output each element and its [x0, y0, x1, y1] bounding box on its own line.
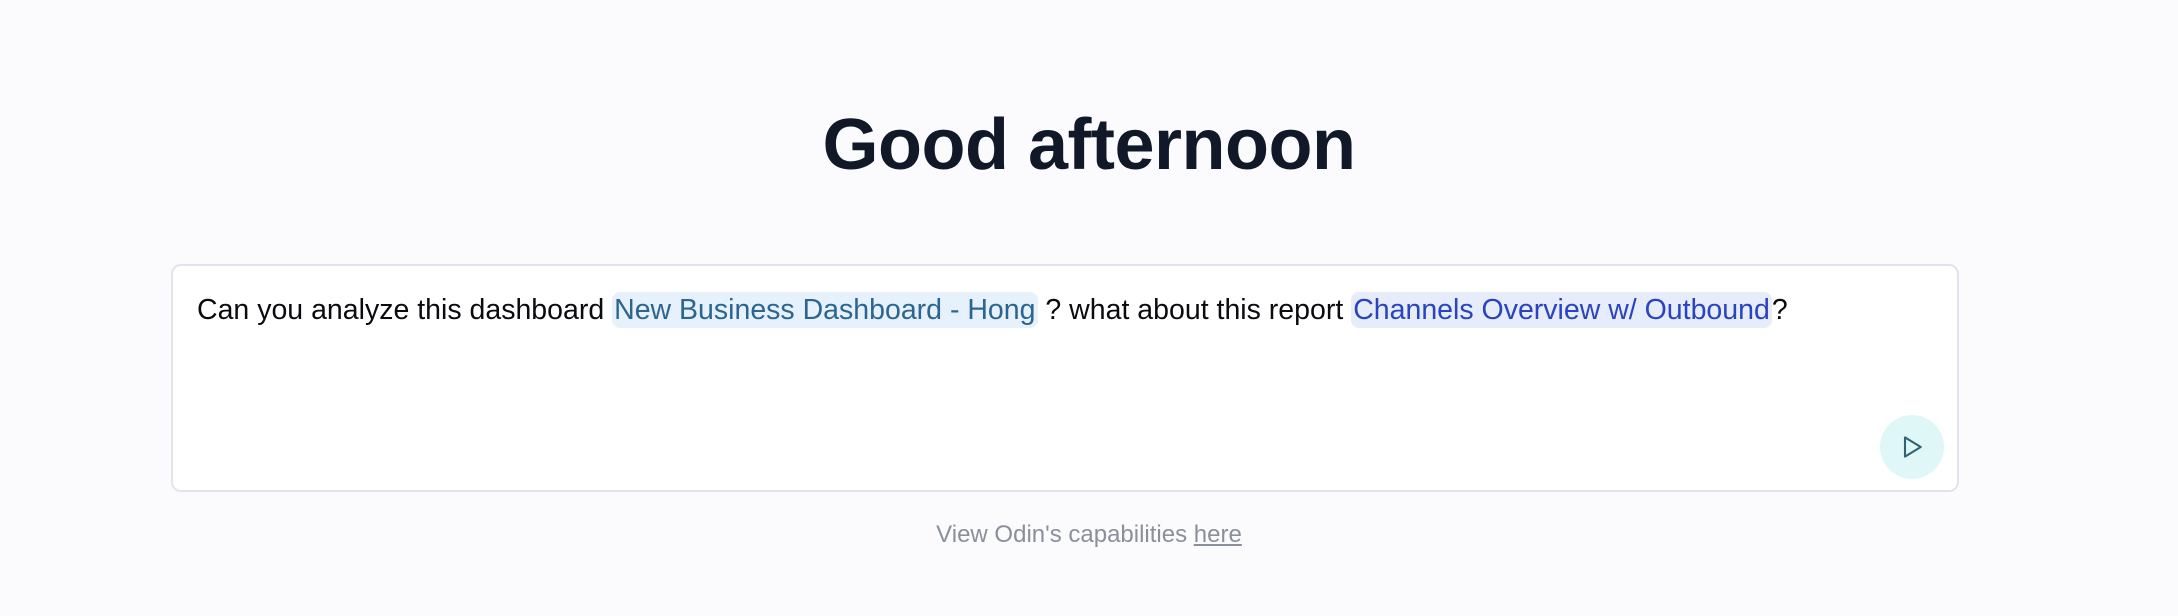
- capabilities-note: View Odin's capabilities here: [0, 518, 2178, 552]
- dashboard-mention-chip[interactable]: New Business Dashboard - Hong: [612, 292, 1038, 328]
- send-button[interactable]: [1880, 415, 1944, 479]
- capabilities-text: View Odin's capabilities: [936, 521, 1194, 548]
- capabilities-link[interactable]: here: [1194, 521, 1242, 548]
- greeting-heading: Good afternoon: [822, 105, 1356, 185]
- home-page: Good afternoon Can you analyze this dash…: [0, 0, 2178, 616]
- play-triangle-icon: [1903, 436, 1922, 458]
- composer-text-segment: ? what about this report: [1037, 294, 1352, 326]
- composer-text-segment: ?: [1771, 294, 1788, 326]
- chat-composer[interactable]: Can you analyze this dashboard New Busin…: [171, 264, 1959, 492]
- composer-text-segment: Can you analyze this dashboard: [197, 294, 613, 326]
- report-mention-chip[interactable]: Channels Overview w/ Outbound: [1351, 292, 1772, 328]
- composer-input[interactable]: Can you analyze this dashboard New Busin…: [197, 288, 1837, 332]
